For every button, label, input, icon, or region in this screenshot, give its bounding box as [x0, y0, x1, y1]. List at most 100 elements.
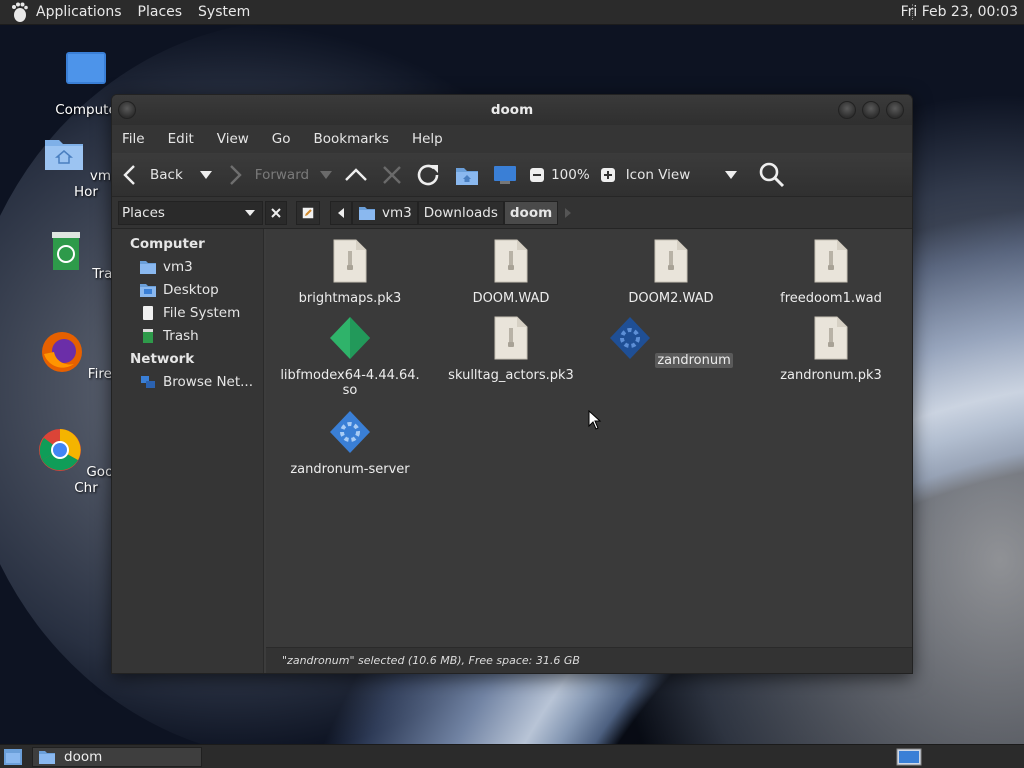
zoom-in-icon[interactable]	[600, 167, 616, 183]
toggle-location-entry-button[interactable]	[296, 200, 320, 225]
show-desktop-icon[interactable]	[3, 748, 23, 766]
breadcrumb-doom[interactable]: doom	[503, 200, 559, 225]
zoom-out-icon[interactable]	[529, 167, 545, 183]
computer-icon[interactable]	[491, 163, 519, 187]
network-icon	[141, 375, 155, 388]
zoom-level[interactable]: 100%	[551, 167, 590, 183]
sidebar-item-vm3[interactable]: vm3	[112, 255, 263, 278]
forward-label: Forward	[254, 166, 310, 183]
sidebar-item-label: Browse Net...	[163, 373, 254, 390]
menu-go[interactable]: Go	[272, 131, 291, 147]
arrow-up-icon[interactable]	[343, 164, 369, 186]
archive-icon	[814, 316, 848, 360]
window-titlebar[interactable]: doom	[112, 95, 912, 125]
archive-icon	[494, 239, 528, 283]
file-item[interactable]: DOOM2.WAD	[597, 239, 745, 306]
places-sidebar: Computer vm3 Desktop File System Trash N…	[112, 229, 264, 673]
executable-icon	[330, 411, 370, 453]
menu-places[interactable]: Places	[138, 4, 183, 20]
window-menu-button[interactable]	[118, 101, 136, 119]
folder-icon	[39, 751, 55, 764]
sidebar-item-desktop[interactable]: Desktop	[112, 278, 263, 301]
file-item[interactable]: freedoom1.wad	[757, 239, 905, 306]
home-folder-icon[interactable]	[453, 163, 481, 187]
stop-icon[interactable]	[379, 164, 405, 186]
file-label: libfmodex64-4.44.64.	[280, 368, 420, 383]
workspace-switcher-icon[interactable]	[896, 748, 922, 766]
clock[interactable]: Fri Feb 23, 00:03	[901, 4, 1018, 20]
reload-icon[interactable]	[415, 162, 443, 188]
sidebar-type-select[interactable]: Places	[118, 200, 263, 225]
close-button[interactable]	[886, 101, 904, 119]
search-icon[interactable]	[758, 161, 786, 189]
file-label: zandronum.pk3	[780, 368, 882, 383]
back-history-dropdown-icon[interactable]	[199, 170, 213, 180]
sidebar-item-label: File System	[163, 304, 241, 321]
sidebar-type-label: Places	[122, 204, 165, 221]
file-label: zandronum-server	[290, 462, 410, 477]
maximize-button[interactable]	[862, 101, 880, 119]
trash-icon	[143, 328, 153, 343]
file-item[interactable]: libfmodex64-4.44.64. so	[276, 316, 424, 398]
chevron-down-icon	[245, 209, 255, 216]
menu-view[interactable]: View	[217, 131, 249, 147]
firefox-icon	[41, 332, 82, 372]
forward-button[interactable]: Forward	[227, 164, 309, 186]
menu-help[interactable]: Help	[412, 131, 443, 147]
file-label: brightmaps.pk3	[298, 291, 402, 306]
archive-icon	[814, 239, 848, 283]
menu-edit[interactable]: Edit	[168, 131, 194, 147]
desktop-folder-icon	[140, 283, 156, 297]
breadcrumb-vm3[interactable]: vm3	[352, 200, 418, 225]
home-folder-icon	[140, 260, 156, 274]
sidebar-item-browse-network[interactable]: Browse Net...	[112, 370, 263, 393]
forward-history-dropdown-icon[interactable]	[319, 170, 333, 180]
file-item[interactable]: zandronum.pk3	[757, 316, 905, 383]
menu-applications[interactable]: Applications	[36, 4, 122, 20]
file-label: zandronum	[655, 353, 733, 368]
sidebar-item-file-system[interactable]: File System	[112, 301, 263, 324]
close-sidebar-button[interactable]	[265, 200, 287, 225]
file-item[interactable]: skulltag_actors.pk3	[437, 316, 585, 383]
sidebar-item-trash[interactable]: Trash	[112, 324, 263, 347]
view-mode-label: Icon View	[625, 166, 691, 183]
file-label: freedoom1.wad	[780, 291, 882, 306]
executable-icon	[610, 317, 651, 359]
breadcrumb-scroll-left[interactable]	[330, 200, 352, 225]
menu-file[interactable]: File	[122, 131, 145, 147]
breadcrumb-label: doom	[509, 204, 553, 221]
archive-icon	[654, 239, 688, 283]
gnome-foot-icon[interactable]	[8, 1, 30, 23]
back-label: Back	[150, 166, 183, 183]
breadcrumb-label: Downloads	[423, 204, 498, 221]
edit-icon	[302, 207, 314, 218]
menu-system[interactable]: System	[198, 4, 250, 20]
breadcrumb-label: vm3	[382, 204, 412, 221]
archive-icon	[333, 239, 367, 283]
taskbar-item-doom[interactable]: doom	[32, 747, 202, 767]
breadcrumb: vm3 Downloads doom	[296, 200, 572, 225]
breadcrumb-downloads[interactable]: Downloads	[417, 200, 504, 225]
file-manager-window: doom File Edit View Go Bookmarks Help Ba…	[111, 94, 913, 674]
file-item[interactable]: DOOM.WAD	[437, 239, 585, 306]
desktop-icon-label: Compute	[55, 102, 117, 118]
close-icon	[271, 207, 281, 218]
back-button[interactable]: Back	[122, 164, 183, 186]
trash-icon	[52, 232, 80, 270]
view-mode-select[interactable]: Icon View	[626, 167, 739, 183]
computer-icon	[66, 52, 106, 84]
drive-icon	[143, 305, 153, 320]
file-item-selected[interactable]: zandronum	[597, 316, 745, 368]
status-bar: "zandronum" selected (10.6 MB), Free spa…	[266, 647, 912, 673]
file-label: DOOM2.WAD	[628, 291, 714, 306]
chevron-right-icon[interactable]	[564, 207, 572, 219]
file-item[interactable]: zandronum-server	[276, 410, 424, 477]
file-view[interactable]: brightmaps.pk3 DOOM.WAD DOOM2.WAD freedo…	[266, 229, 912, 647]
minimize-button[interactable]	[838, 101, 856, 119]
file-item[interactable]: brightmaps.pk3	[276, 239, 424, 306]
menu-bookmarks[interactable]: Bookmarks	[314, 131, 389, 147]
bottom-panel: doom	[0, 744, 1024, 768]
file-label: skulltag_actors.pk3	[448, 368, 574, 383]
location-bar: Places vm3 Downloads doom	[112, 197, 912, 229]
chevron-left-icon	[338, 207, 344, 218]
